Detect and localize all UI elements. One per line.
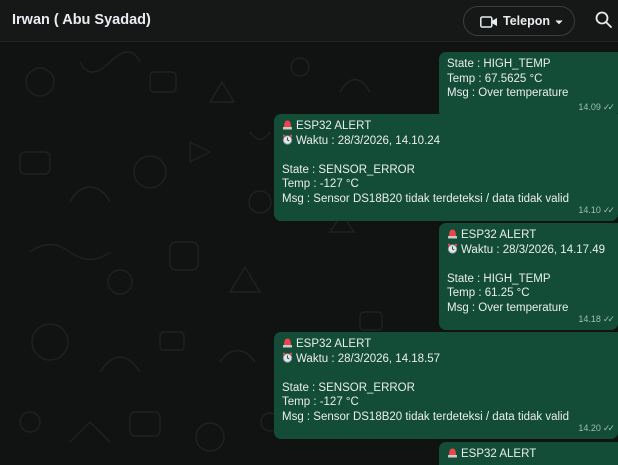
alarm-clock-icon: [282, 134, 293, 145]
message-waktu: Waktu : 28/3/2026, 14.17.49: [461, 243, 606, 256]
police-light-icon: [283, 338, 292, 348]
message-temp: Temp : 67.5625 °C: [447, 72, 543, 85]
call-button[interactable]: Telepon: [463, 6, 575, 36]
message-bubble[interactable]: State : HIGH_TEMP Temp : 67.5625 °C Msg …: [439, 52, 618, 118]
message-state: State : HIGH_TEMP: [447, 58, 551, 70]
message-waktu: Waktu : 28/3/2026, 14.10.24: [296, 134, 441, 147]
message-meta: 14.09 ✓✓: [578, 100, 615, 115]
alert-title: ESP32 ALERT: [461, 229, 537, 241]
message-bubble[interactable]: ESP32 ALERT Waktu : 28/3/2026, 14.17.49 …: [439, 223, 618, 330]
message-bubble[interactable]: ESP32 ALERT Waktu : 28/3/2026, 14.10.24 …: [274, 114, 618, 221]
police-light-icon: [448, 448, 457, 458]
chat-header: Irwan ( Abu Syadad) Telepon: [0, 0, 618, 42]
message-time: 14.10: [578, 205, 601, 216]
message-msg: Msg : Sensor DS18B20 tidak terdeteksi / …: [282, 410, 570, 423]
alarm-clock-icon: [447, 243, 458, 254]
message-msg: Msg : Over temperature: [447, 87, 569, 100]
message-state: State : SENSOR_ERROR: [282, 163, 415, 176]
message-bubble[interactable]: ESP32 ALERT Waktu : 28/3/2026, 14.18.57 …: [274, 332, 618, 439]
message-waktu: Waktu : 28/3/2026, 14.18.57: [296, 352, 441, 365]
message-state: State : SENSOR_ERROR: [282, 381, 415, 394]
double-check-icon: ✓✓: [602, 205, 615, 216]
alert-title: ESP32 ALERT: [296, 120, 372, 132]
message-meta: 14.10 ✓✓: [578, 203, 615, 218]
chevron-down-icon: [555, 20, 563, 25]
message-meta: 14.20 ✓✓: [578, 421, 615, 436]
search-icon[interactable]: [594, 10, 614, 30]
contact-name[interactable]: Irwan ( Abu Syadad): [12, 12, 151, 28]
message-meta: 14.18 ✓✓: [578, 312, 615, 327]
message-time: 14.20: [578, 423, 601, 434]
message-time: 14.09: [578, 102, 601, 113]
alarm-clock-icon: [282, 352, 293, 363]
message-temp: Temp : -127 °C: [282, 178, 359, 191]
chat-area[interactable]: State : HIGH_TEMP Temp : 67.5625 °C Msg …: [0, 42, 618, 465]
message-temp: Temp : 61.25 °C: [447, 287, 530, 300]
alert-title: ESP32 ALERT: [461, 448, 537, 460]
call-button-label: Telepon: [503, 14, 550, 28]
police-light-icon: [283, 120, 292, 130]
double-check-icon: ✓✓: [602, 102, 615, 113]
alert-title: ESP32 ALERT: [296, 338, 372, 350]
message-msg: Msg : Sensor DS18B20 tidak terdeteksi / …: [282, 192, 570, 205]
message-bubble[interactable]: ESP32 ALERT: [439, 442, 618, 465]
message-time: 14.18: [578, 314, 601, 325]
double-check-icon: ✓✓: [602, 314, 615, 325]
police-light-icon: [448, 229, 457, 239]
video-camera-icon: [480, 16, 497, 28]
message-temp: Temp : -127 °C: [282, 396, 359, 409]
message-state: State : HIGH_TEMP: [447, 272, 551, 285]
double-check-icon: ✓✓: [602, 423, 615, 434]
